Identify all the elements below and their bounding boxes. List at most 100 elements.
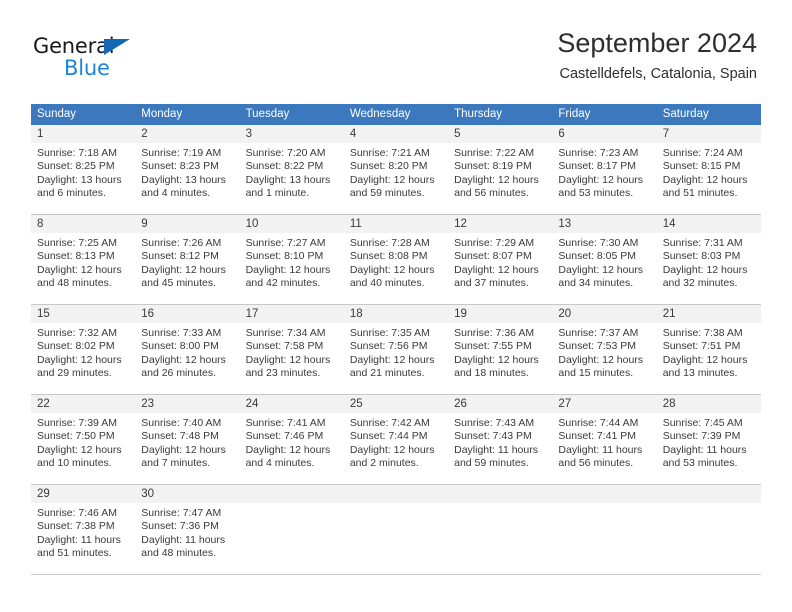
- day-number[interactable]: 7: [657, 125, 761, 143]
- day-cell: Sunrise: 7:41 AM Sunset: 7:46 PM Dayligh…: [240, 413, 344, 484]
- day-number[interactable]: 15: [31, 305, 135, 323]
- day-number[interactable]: 23: [135, 395, 239, 413]
- sunrise-text: Sunrise: 7:45 AM: [662, 417, 743, 429]
- day-cell: Sunrise: 7:31 AM Sunset: 8:03 PM Dayligh…: [657, 233, 761, 304]
- daylight-text-line1: Daylight: 11 hours: [558, 443, 643, 456]
- day-number[interactable]: 24: [240, 395, 344, 413]
- sunrise-text: Sunrise: 7:47 AM: [141, 507, 222, 519]
- sunrise-text: Sunrise: 7:41 AM: [245, 417, 326, 429]
- day-cell: Sunrise: 7:21 AM Sunset: 8:20 PM Dayligh…: [344, 143, 448, 214]
- day-cell: Sunrise: 7:26 AM Sunset: 8:12 PM Dayligh…: [135, 233, 239, 304]
- sunset-text: Sunset: 8:05 PM: [558, 250, 637, 263]
- daylight-text-line2: and 59 minutes.: [349, 187, 425, 200]
- weekday-monday: Monday: [141, 108, 183, 120]
- day-number[interactable]: 17: [240, 305, 344, 323]
- week-day-numbers: 15 16 17 18 19 20 21: [31, 305, 761, 323]
- generalblue-logo[interactable]: General Blue: [33, 36, 163, 84]
- day-number[interactable]: 10: [240, 215, 344, 233]
- day-number-empty: [344, 485, 448, 503]
- logo-text-general: General: [33, 34, 115, 58]
- day-cell: Sunrise: 7:44 AM Sunset: 7:41 PM Dayligh…: [552, 413, 656, 484]
- day-number[interactable]: 8: [31, 215, 135, 233]
- daylight-text-line1: Daylight: 12 hours: [141, 353, 226, 366]
- day-number[interactable]: 5: [448, 125, 552, 143]
- sunset-text: Sunset: 7:43 PM: [454, 430, 532, 443]
- sunset-text: Sunset: 7:36 PM: [141, 520, 219, 533]
- daylight-text-line2: and 53 minutes.: [558, 187, 634, 200]
- day-number[interactable]: 16: [135, 305, 239, 323]
- day-number[interactable]: 14: [657, 215, 761, 233]
- weekday-saturday: Saturday: [662, 108, 709, 120]
- daylight-text-line2: and 59 minutes.: [454, 457, 529, 470]
- sunset-text: Sunset: 7:39 PM: [662, 430, 741, 443]
- daylight-text-line1: Daylight: 12 hours: [454, 173, 539, 186]
- day-cell: Sunrise: 7:33 AM Sunset: 8:00 PM Dayligh…: [135, 323, 239, 394]
- daylight-text-line1: Daylight: 13 hours: [245, 173, 331, 186]
- day-number[interactable]: 9: [135, 215, 239, 233]
- day-number[interactable]: 4: [344, 125, 448, 143]
- day-number[interactable]: 2: [135, 125, 239, 143]
- sunrise-text: Sunrise: 7:39 AM: [37, 417, 117, 429]
- daylight-text-line2: and 45 minutes.: [141, 277, 216, 290]
- daylight-text-line1: Daylight: 12 hours: [141, 263, 226, 276]
- day-cell: Sunrise: 7:30 AM Sunset: 8:05 PM Dayligh…: [552, 233, 656, 304]
- sunset-text: Sunset: 7:38 PM: [37, 520, 115, 533]
- day-number[interactable]: 28: [657, 395, 761, 413]
- week-day-details: Sunrise: 7:25 AM Sunset: 8:13 PM Dayligh…: [31, 233, 761, 304]
- weekday-wednesday: Wednesday: [349, 108, 411, 120]
- day-number[interactable]: 20: [552, 305, 656, 323]
- daylight-text-line2: and 56 minutes.: [454, 187, 529, 200]
- day-cell: Sunrise: 7:46 AM Sunset: 7:38 PM Dayligh…: [31, 503, 135, 574]
- sunset-text: Sunset: 7:46 PM: [245, 430, 324, 443]
- calendar-week-row: 29 30 Sunrise: 7:46 AM Sunset: 7:38 PM D…: [31, 485, 761, 575]
- day-number[interactable]: 21: [657, 305, 761, 323]
- daylight-text-line1: Daylight: 12 hours: [37, 353, 122, 366]
- calendar-week-row: 1 2 3 4 5 6 7 Sunrise: 7:18 AM Sunset: 8…: [31, 125, 761, 215]
- week-day-details: Sunrise: 7:18 AM Sunset: 8:25 PM Dayligh…: [31, 143, 761, 214]
- week-day-details: Sunrise: 7:32 AM Sunset: 8:02 PM Dayligh…: [31, 323, 761, 394]
- day-number[interactable]: 29: [31, 485, 135, 503]
- sunset-text: Sunset: 7:48 PM: [141, 430, 219, 443]
- day-number[interactable]: 11: [344, 215, 448, 233]
- daylight-text-line2: and 18 minutes.: [454, 367, 529, 380]
- daylight-text-line2: and 34 minutes.: [558, 277, 634, 290]
- day-number[interactable]: 3: [240, 125, 344, 143]
- daylight-text-line1: Daylight: 11 hours: [662, 443, 747, 456]
- calendar-grid: Sunday Monday Tuesday Wednesday Thursday…: [31, 104, 761, 575]
- daylight-text-line1: Daylight: 11 hours: [141, 533, 226, 546]
- sunrise-text: Sunrise: 7:38 AM: [662, 327, 743, 339]
- sunset-text: Sunset: 8:22 PM: [245, 160, 324, 173]
- day-number[interactable]: 27: [552, 395, 656, 413]
- day-number[interactable]: 30: [135, 485, 239, 503]
- day-number[interactable]: 26: [448, 395, 552, 413]
- day-number[interactable]: 12: [448, 215, 552, 233]
- daylight-text-line1: Daylight: 12 hours: [558, 173, 644, 186]
- day-number[interactable]: 1: [31, 125, 135, 143]
- day-number[interactable]: 22: [31, 395, 135, 413]
- sunset-text: Sunset: 7:41 PM: [558, 430, 637, 443]
- daylight-text-line2: and 48 minutes.: [37, 277, 112, 290]
- day-number[interactable]: 25: [344, 395, 448, 413]
- daylight-text-line1: Daylight: 12 hours: [37, 263, 122, 276]
- day-number-empty: [448, 485, 552, 503]
- day-cell: Sunrise: 7:28 AM Sunset: 8:08 PM Dayligh…: [344, 233, 448, 304]
- day-cell: Sunrise: 7:20 AM Sunset: 8:22 PM Dayligh…: [240, 143, 344, 214]
- daylight-text-line2: and 6 minutes.: [37, 187, 106, 200]
- day-number[interactable]: 6: [552, 125, 656, 143]
- sunset-text: Sunset: 7:50 PM: [37, 430, 115, 443]
- sunrise-text: Sunrise: 7:42 AM: [349, 417, 430, 429]
- day-number[interactable]: 18: [344, 305, 448, 323]
- sunrise-text: Sunrise: 7:27 AM: [245, 237, 326, 249]
- daylight-text-line2: and 51 minutes.: [662, 187, 738, 200]
- weekday-friday: Friday: [558, 108, 591, 120]
- weekday-sunday: Sunday: [37, 108, 77, 120]
- day-cell: Sunrise: 7:32 AM Sunset: 8:02 PM Dayligh…: [31, 323, 135, 394]
- day-number[interactable]: 13: [552, 215, 656, 233]
- day-number[interactable]: 19: [448, 305, 552, 323]
- daylight-text-line1: Daylight: 12 hours: [662, 353, 748, 366]
- day-cell-empty: [344, 503, 448, 574]
- weekday-tuesday: Tuesday: [245, 108, 290, 120]
- day-number-empty: [240, 485, 344, 503]
- day-cell-empty: [552, 503, 656, 574]
- day-cell-empty: [448, 503, 552, 574]
